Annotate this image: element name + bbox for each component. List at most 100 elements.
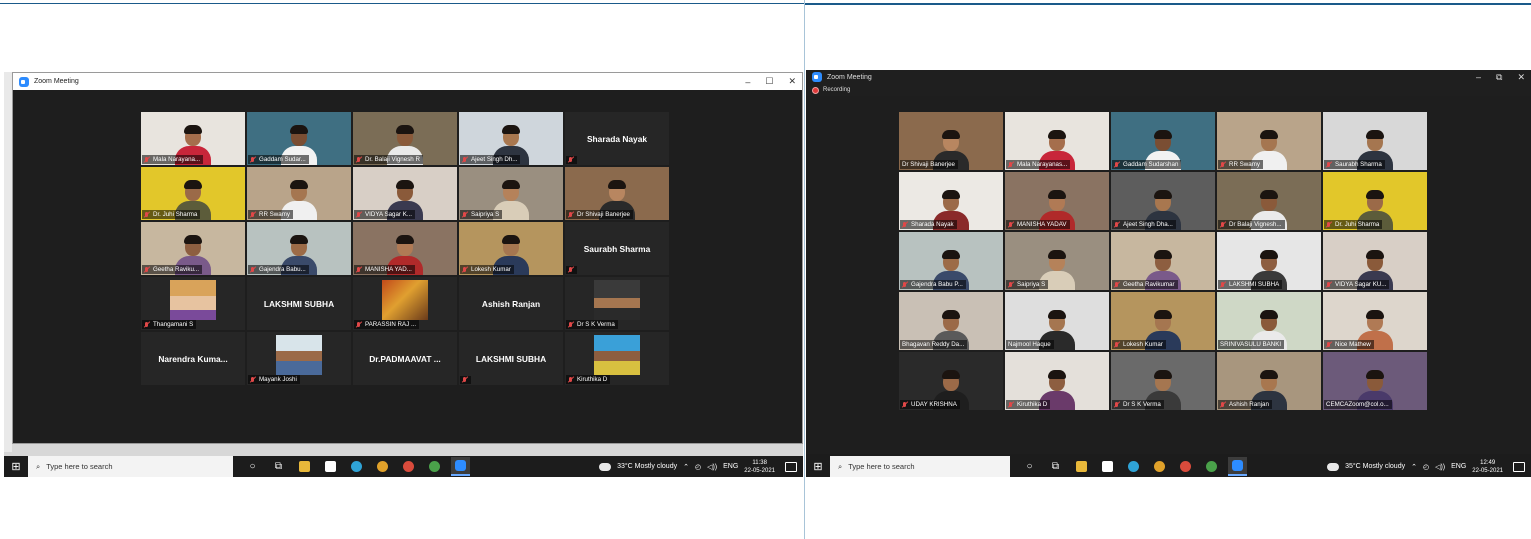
participant-tile[interactable]: MANISHA YAD... xyxy=(353,222,457,275)
participant-tile[interactable]: Dr S K Verma xyxy=(565,277,669,330)
task-view-icon[interactable]: ⧉ xyxy=(269,457,288,476)
volume-icon[interactable]: ◁)) xyxy=(707,463,717,471)
participant-tile[interactable]: LAKSHMI SUBHA xyxy=(247,277,351,330)
tray-chevron-icon[interactable]: ⌃ xyxy=(1411,463,1417,471)
participant-tile[interactable]: Lokesh Kumar xyxy=(1111,292,1215,350)
participant-tile[interactable]: Lokesh Kumar xyxy=(459,222,563,275)
edge-icon[interactable] xyxy=(347,457,366,476)
participant-tile[interactable]: Dr. Juhi Sharma xyxy=(1323,172,1427,230)
tray-chevron-icon[interactable]: ⌃ xyxy=(683,463,689,471)
participant-tile[interactable]: Dr Balaji Vignesh... xyxy=(1217,172,1321,230)
participant-tile[interactable]: Narendra Kuma... xyxy=(141,332,245,385)
task-view-icon[interactable]: ⧉ xyxy=(1046,457,1065,476)
participant-tile[interactable]: Dr S K Verma xyxy=(1111,352,1215,410)
participant-tile[interactable]: Gajendra Babu P... xyxy=(899,232,1003,290)
participant-tile[interactable]: SRINIVASULU BANKI xyxy=(1217,292,1321,350)
weather-icon xyxy=(599,462,612,471)
zoom-taskbar-icon[interactable] xyxy=(451,457,470,476)
weather-text[interactable]: 33°C Mostly cloudy xyxy=(617,463,677,470)
participant-tile[interactable]: VIDYA Sagar K... xyxy=(353,167,457,220)
clock[interactable]: 12:49 22-05-2021 xyxy=(1472,459,1503,475)
participant-tile[interactable]: Bhagavan Reddy Da... xyxy=(899,292,1003,350)
participant-tile[interactable]: LAKSHMI SUBHA xyxy=(1217,232,1321,290)
participant-tile[interactable]: Dr.PADMAAVAT ... xyxy=(353,332,457,385)
cortana-icon[interactable]: ○ xyxy=(243,457,262,476)
participant-name-tag: Dr Shivaji Banerjee xyxy=(566,210,633,219)
participant-tile[interactable]: Saipriya S xyxy=(1005,232,1109,290)
zoom-taskbar-icon[interactable] xyxy=(1228,457,1247,476)
participant-tile[interactable]: Dr. Juhi Sharma xyxy=(141,167,245,220)
network-icon[interactable]: ◴ xyxy=(695,463,701,471)
participant-tile[interactable]: RR Swamy xyxy=(247,167,351,220)
participant-tile[interactable]: Ajeet Singh Dh... xyxy=(459,112,563,165)
participant-display-name: LAKSHMI SUBHA xyxy=(263,299,335,310)
taskbar-search-right[interactable]: ⌕ Type here to search xyxy=(830,456,1010,477)
participant-tile[interactable]: CEMCAZoom@col.o... xyxy=(1323,352,1427,410)
windows-start-icon[interactable]: ⊞ xyxy=(4,456,28,477)
participant-tile[interactable]: Sharada Nayak xyxy=(899,172,1003,230)
participant-tile[interactable]: VIDYA Sagar KU... xyxy=(1323,232,1427,290)
participant-tile[interactable]: Sharada Nayak xyxy=(565,112,669,165)
participant-tile[interactable]: Saurabh Sharma xyxy=(1323,112,1427,170)
language-indicator[interactable]: ENG xyxy=(1451,463,1466,470)
participant-tile[interactable]: Gaddam Sudar... xyxy=(247,112,351,165)
participant-tile[interactable]: UDAY KRISHNA xyxy=(899,352,1003,410)
cortana-icon[interactable]: ○ xyxy=(1020,457,1039,476)
participant-tile[interactable]: RR Swamy xyxy=(1217,112,1321,170)
restore-button[interactable]: ⧉ xyxy=(1496,72,1502,83)
taskbar-search-left[interactable]: ⌕ Type here to search xyxy=(28,456,233,477)
minimize-button[interactable]: – xyxy=(1476,72,1481,82)
recording-indicator[interactable]: Recording xyxy=(806,84,1531,96)
participant-tile[interactable]: LAKSHMI SUBHA xyxy=(459,332,563,385)
participant-tile[interactable]: Dr. Balaji Vignesh R xyxy=(353,112,457,165)
maximize-button[interactable]: ☐ xyxy=(765,76,773,87)
participant-tile[interactable]: Mala Narayanas... xyxy=(1005,112,1109,170)
notification-icon[interactable] xyxy=(785,461,797,472)
participant-tile[interactable]: PARASSIN RAJ ... xyxy=(353,277,457,330)
participant-display-name: Saurabh Sharma xyxy=(583,244,651,255)
store-icon[interactable] xyxy=(321,457,340,476)
chrome-profile-icon[interactable] xyxy=(399,457,418,476)
participant-tile[interactable]: Mala Narayana... xyxy=(141,112,245,165)
file-explorer-icon[interactable] xyxy=(1072,457,1091,476)
file-explorer-icon[interactable] xyxy=(295,457,314,476)
participant-tile[interactable]: Thangamani S xyxy=(141,277,245,330)
edge-icon[interactable] xyxy=(1124,457,1143,476)
notification-icon[interactable] xyxy=(1513,461,1525,472)
close-button[interactable]: ✕ xyxy=(1517,72,1525,83)
participant-tile[interactable]: Gajendra Babu... xyxy=(247,222,351,275)
participant-tile[interactable]: Kiruthika D xyxy=(1005,352,1109,410)
participant-tile[interactable]: Saipriya S xyxy=(459,167,563,220)
participant-tile[interactable]: Ajeet Singh Dha... xyxy=(1111,172,1215,230)
chrome-icon[interactable] xyxy=(373,457,392,476)
participant-name-tag: Sharada Nayak xyxy=(900,220,957,229)
participant-name: MANISHA YAD... xyxy=(365,266,412,273)
chrome-alt-icon[interactable] xyxy=(1202,457,1221,476)
store-icon[interactable] xyxy=(1098,457,1117,476)
chrome-alt-icon[interactable] xyxy=(425,457,444,476)
participant-tile[interactable]: Kiruthika D xyxy=(565,332,669,385)
participant-tile[interactable]: MANISHA YADAV xyxy=(1005,172,1109,230)
muted-mic-icon xyxy=(250,266,256,273)
participant-tile[interactable]: Gaddam Sudarshan xyxy=(1111,112,1215,170)
close-button[interactable]: ✕ xyxy=(788,76,796,87)
network-icon[interactable]: ◴ xyxy=(1423,463,1429,471)
chrome-profile-icon[interactable] xyxy=(1176,457,1195,476)
volume-icon[interactable]: ◁)) xyxy=(1435,463,1445,471)
participant-tile[interactable]: Ashish Ranjan xyxy=(1217,352,1321,410)
participant-tile[interactable]: Geetha Raviku... xyxy=(141,222,245,275)
weather-text[interactable]: 35°C Mostly cloudy xyxy=(1345,463,1405,470)
participant-tile[interactable]: Dr Shivaji Banerjee xyxy=(565,167,669,220)
participant-tile[interactable]: Najmool Haque xyxy=(1005,292,1109,350)
clock[interactable]: 11:38 22-05-2021 xyxy=(744,459,775,475)
windows-start-icon[interactable]: ⊞ xyxy=(806,456,830,477)
chrome-icon[interactable] xyxy=(1150,457,1169,476)
language-indicator[interactable]: ENG xyxy=(723,463,738,470)
participant-tile[interactable]: Saurabh Sharma xyxy=(565,222,669,275)
participant-tile[interactable]: Ashish Ranjan xyxy=(459,277,563,330)
participant-tile[interactable]: Mayank Joshi xyxy=(247,332,351,385)
participant-tile[interactable]: Dr Shivaji Banerjee xyxy=(899,112,1003,170)
participant-tile[interactable]: Geetha Ravikumar xyxy=(1111,232,1215,290)
minimize-button[interactable]: – xyxy=(745,77,750,87)
participant-tile[interactable]: Nice Mathew xyxy=(1323,292,1427,350)
